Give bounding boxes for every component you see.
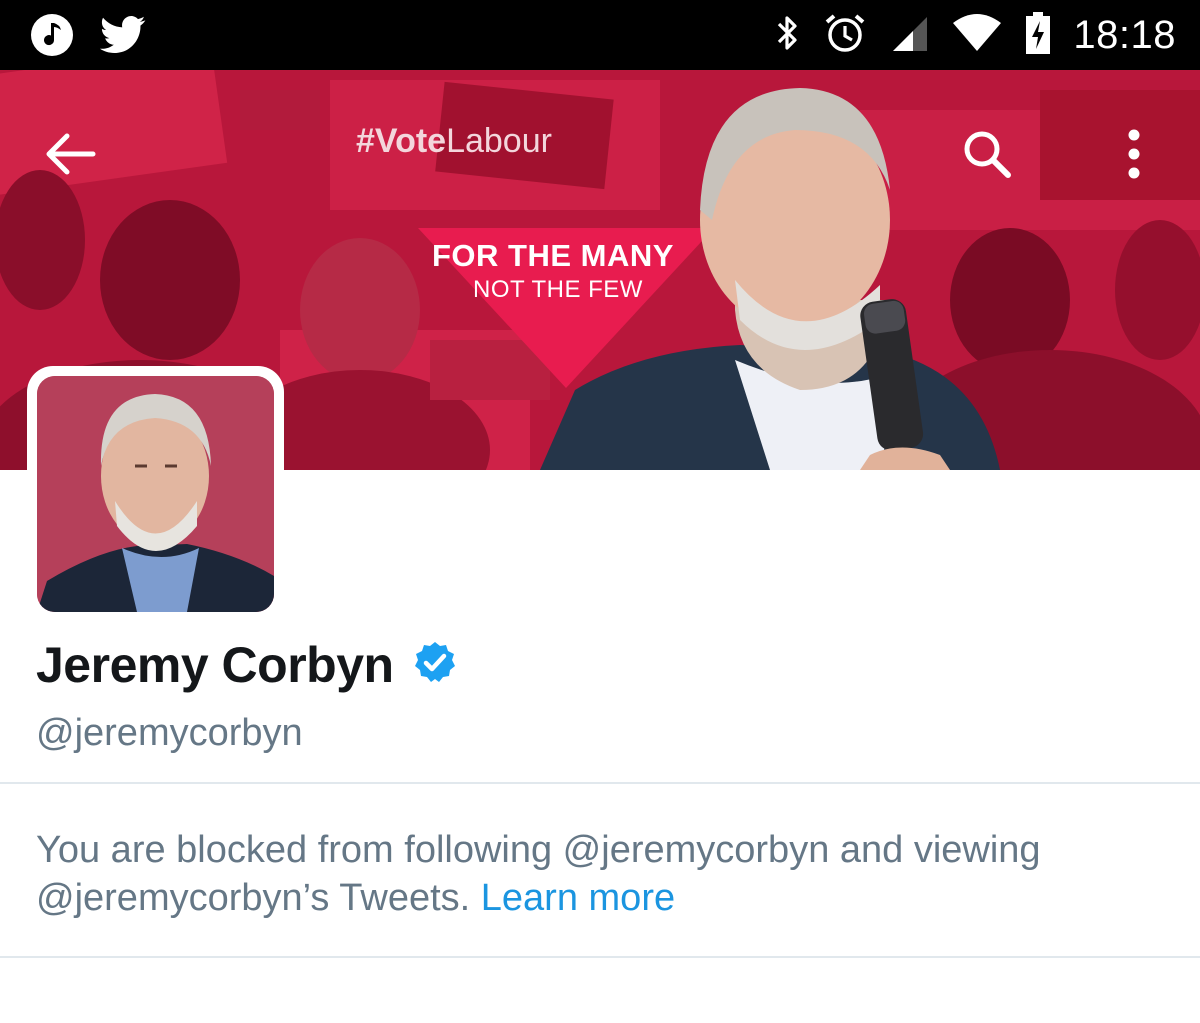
cell-signal-icon bbox=[889, 13, 929, 58]
search-button[interactable] bbox=[955, 122, 1019, 186]
more-options-button[interactable] bbox=[1112, 122, 1156, 186]
verified-badge-icon bbox=[412, 640, 458, 691]
hashtag-bold: #Vote bbox=[356, 122, 447, 160]
learn-more-link[interactable]: Learn more bbox=[481, 877, 675, 919]
banner-slogan: FOR THE MANY NOT THE FEW bbox=[410, 230, 710, 375]
wifi-icon bbox=[951, 13, 1003, 58]
bluetooth-icon bbox=[775, 13, 801, 58]
divider bbox=[0, 782, 1200, 784]
slogan-line-2: NOT THE FEW bbox=[473, 276, 643, 303]
battery-charging-icon bbox=[1025, 11, 1051, 60]
status-bar: 18:18 bbox=[0, 0, 1200, 70]
hashtag-rest: Labour bbox=[446, 122, 552, 160]
back-button[interactable] bbox=[38, 126, 102, 182]
status-time: 18:18 bbox=[1073, 12, 1176, 57]
more-vertical-icon bbox=[1128, 129, 1140, 179]
status-bar-right: 18:18 bbox=[775, 0, 1176, 70]
avatar-photo bbox=[37, 376, 274, 612]
alarm-clock-icon bbox=[823, 11, 867, 60]
music-note-icon bbox=[30, 13, 74, 62]
profile-name-row: Jeremy Corbyn bbox=[36, 636, 458, 694]
search-icon bbox=[964, 131, 1011, 178]
arrow-left-icon bbox=[46, 133, 96, 175]
twitter-bird-icon bbox=[100, 15, 146, 60]
slogan-line-1: FOR THE MANY bbox=[432, 238, 674, 273]
divider bbox=[0, 956, 1200, 958]
profile-handle: @jeremycorbyn bbox=[36, 712, 303, 754]
avatar[interactable] bbox=[27, 366, 284, 622]
profile-name: Jeremy Corbyn bbox=[36, 637, 394, 693]
blocked-notice: You are blocked from following @jeremyco… bbox=[36, 826, 1166, 922]
banner-hashtag: #VoteLabour bbox=[356, 122, 552, 161]
status-bar-left bbox=[30, 13, 146, 62]
